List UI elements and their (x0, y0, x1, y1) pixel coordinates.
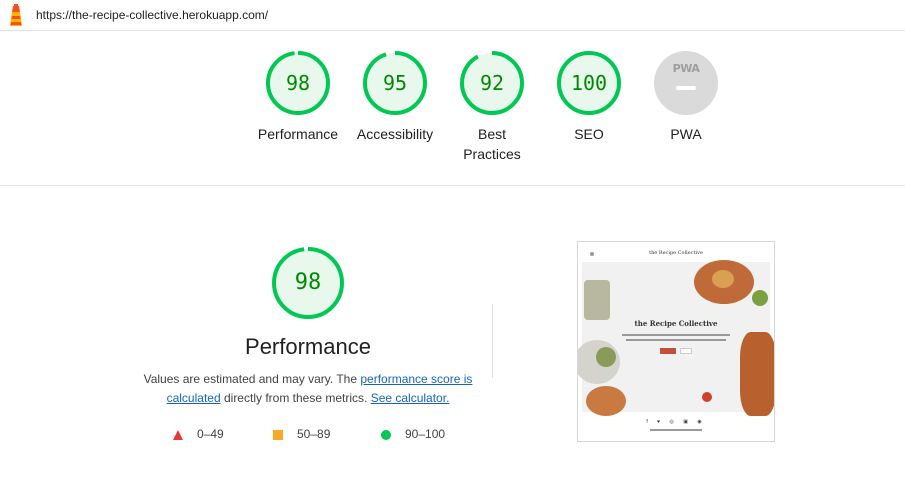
performance-score: 98 (294, 270, 322, 295)
performance-section: 98 Performance Values are estimated and … (0, 186, 905, 492)
performance-gauge-large: 98 (271, 246, 345, 320)
food-image (712, 270, 734, 288)
thumb-hero-text (626, 339, 726, 341)
circle-icon (381, 429, 391, 440)
gauge-label: Accessibility (356, 126, 434, 142)
legend-average: 50–89 (273, 426, 330, 442)
gauge-score: 98 (285, 71, 311, 95)
gauge-label: Performance (257, 126, 339, 142)
thumb-primary-button (660, 348, 676, 354)
desc-text: directly from these metrics. (220, 391, 371, 405)
lighthouse-icon (10, 4, 22, 26)
legend-pass: 90–100 (381, 426, 445, 442)
gauge-label: Best Practices (463, 126, 521, 162)
gauge-ring: 100 (556, 50, 622, 116)
legend-range: 90–100 (405, 427, 446, 441)
gauge-ring: 92 (459, 50, 525, 116)
category-gauges: 98 Performance 95 Accessibility 92 Best … (0, 30, 905, 186)
gauge-label: PWA (670, 126, 702, 142)
thumb-hero-text (622, 334, 730, 336)
performance-title: Performance (245, 334, 371, 359)
thumb-header: the Recipe Collective (578, 242, 774, 260)
performance-description: Values are estimated and may vary. The p… (140, 370, 476, 408)
legend-range: 50–89 (297, 427, 331, 441)
food-image (584, 280, 610, 320)
gauge-seo[interactable]: 100 SEO (539, 50, 639, 144)
thumb-hero: the Recipe Collective (578, 260, 774, 416)
gauge-pwa[interactable]: PWA PWA (636, 50, 736, 144)
section-divider (492, 304, 493, 378)
thumb-brand: the Recipe Collective (649, 250, 703, 256)
thumb-social-icons: f ♥ ◎ ▣ ◉ (646, 419, 706, 425)
gauge-accessibility[interactable]: 95 Accessibility (345, 50, 445, 144)
pwa-dash-icon (676, 86, 696, 90)
page-screenshot-thumbnail[interactable]: the Recipe Collective the Recipe Collect… (577, 241, 775, 442)
gauge-ring: 98 (265, 50, 331, 116)
see-calculator-link[interactable]: See calculator. (371, 391, 450, 405)
triangle-icon (173, 429, 183, 440)
gauge-score: 95 (382, 71, 408, 95)
page-url[interactable]: https://the-recipe-collective.herokuapp.… (36, 8, 268, 22)
food-image (596, 347, 616, 367)
food-image (740, 332, 774, 416)
gauge-ring: 95 (362, 50, 428, 116)
square-icon (273, 429, 283, 440)
browser-topbar: https://the-recipe-collective.herokuapp.… (0, 0, 905, 31)
thumb-hero-title: the Recipe Collective (634, 319, 718, 328)
legend-fail: 0–49 (173, 426, 224, 442)
pwa-badge: PWA (653, 50, 719, 116)
food-image (586, 386, 626, 416)
food-image (752, 290, 768, 306)
gauge-score: 92 (479, 71, 505, 95)
pwa-badge-text: PWA (672, 62, 700, 75)
thumb-secondary-button (680, 348, 692, 354)
thumb-copyright (650, 429, 702, 431)
legend-range: 0–49 (197, 427, 224, 441)
food-image (702, 392, 712, 402)
desc-text: Values are estimated and may vary. The (143, 372, 361, 386)
gauge-best-practices[interactable]: 92 Best Practices (442, 50, 542, 164)
gauge-label: SEO (574, 126, 604, 142)
gauge-performance[interactable]: 98 Performance (248, 50, 348, 144)
gauge-score: 100 (570, 71, 608, 95)
